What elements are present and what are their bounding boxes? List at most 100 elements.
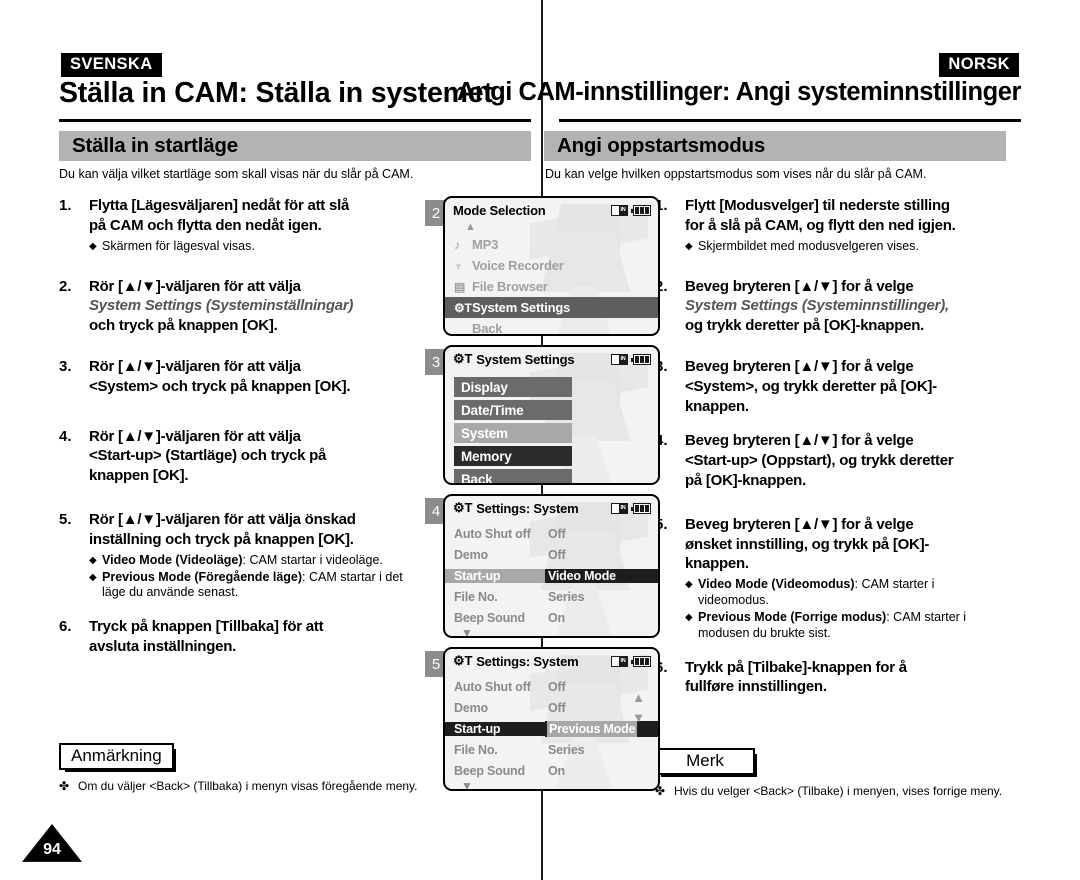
setting-label: Auto Shut off <box>454 679 531 694</box>
scroll-up-arrow-icon[interactable]: ▲ <box>445 222 658 234</box>
step-line: <System> och tryck på knappen [OK]. <box>89 377 351 395</box>
setting-value: Off <box>548 547 566 562</box>
lcd-screen-settings-system-video: ⚙T Settings: System Auto Shut off Off <box>443 494 660 638</box>
lcd-group-settings-system-video: 4 ⚙T Settings: System Auto Shut off <box>425 494 660 638</box>
step-line: Trykk på [Tilbake]-knappen for å <box>685 658 907 676</box>
setting-label: File No. <box>454 589 498 604</box>
menu-item-file-browser[interactable]: ▤ File Browser <box>445 276 658 297</box>
lcd-status-icons <box>611 353 651 365</box>
sub-bullet-item: ◆ Video Mode (Videomodus): CAM starter i… <box>685 577 1000 609</box>
battery-icon <box>631 502 651 514</box>
lcd-screen-settings-system-previous: ⚙T Settings: System ▲ ▼ Auto <box>443 647 660 791</box>
menu-item-voice-recorder[interactable]: ♆ Voice Recorder <box>445 255 658 276</box>
menu-item-label: System <box>461 425 508 441</box>
setting-row-file-no[interactable]: File No. Series <box>445 739 658 760</box>
menu-item-mp3[interactable]: ♪ MP3 <box>445 234 658 255</box>
setting-value: Off <box>548 526 566 541</box>
setting-label: Start-up <box>445 721 545 736</box>
lcd-group-system-settings: 3 ⚙T System Settings Display <box>425 345 660 485</box>
step-line: <Start-up> (Oppstart), og trykk deretter <box>685 452 954 470</box>
step-line: Rör [▲/▼]-väljaren för att välja önskad <box>89 510 356 528</box>
setting-label: File No. <box>454 742 498 757</box>
setting-row-file-no[interactable]: File No. Series <box>445 586 658 607</box>
scroll-down-arrow-icon[interactable]: ▼ <box>445 627 658 636</box>
language-tag-swedish: SVENSKA <box>61 53 162 77</box>
sub-bullet-text: : CAM startar i videoläge. <box>242 552 383 567</box>
note-label-swedish: Anmärkning <box>59 743 176 773</box>
chapter-title-norwegian: Angi CAM-innstillinger: Angi systeminnst… <box>457 78 1021 106</box>
manual-page: SVENSKA Ställa in CAM: Ställa in systeme… <box>0 0 1080 880</box>
memory-card-icon <box>611 655 628 667</box>
menu-item-label: System Settings <box>472 300 571 315</box>
sub-bullet-bold: Video Mode (Videomodus) <box>698 577 855 592</box>
setting-row-demo[interactable]: Demo Off <box>445 544 658 565</box>
setting-row-start-up[interactable]: Start-up Previous Mode <box>445 718 658 739</box>
sub-bullet-bold: Previous Mode (Föregående läge) <box>102 569 303 584</box>
diamond-bullet-icon: ◆ <box>89 554 97 566</box>
step-line: knappen [OK]. <box>89 467 189 485</box>
step-item: 1. Flytta [Lägesväljaren] nedåt för att … <box>59 196 419 256</box>
setting-row-auto-shut-off[interactable]: Auto Shut off Off <box>445 523 658 544</box>
step-number: 2. <box>59 277 72 295</box>
diamond-bullet-icon: ◆ <box>89 240 97 252</box>
setting-row-beep-sound[interactable]: Beep Sound On <box>445 607 658 628</box>
step-item: 4. Beveg bryteren [▲/▼] for å velge <Sta… <box>655 431 1000 490</box>
step-line: Beveg bryteren [▲/▼] for å velge <box>685 432 914 450</box>
step-line: og trykk deretter på [OK]-knappen. <box>685 317 925 335</box>
step-line: Rör [▲/▼]-väljaren för att välja <box>89 277 301 295</box>
memory-card-icon <box>611 353 628 365</box>
setting-row-beep-sound[interactable]: Beep Sound On <box>445 760 658 781</box>
setting-value: Video Mode <box>545 568 658 583</box>
menu-item-system[interactable]: System <box>454 423 572 443</box>
step-line: avsluta inställningen. <box>89 638 237 656</box>
menu-item-display[interactable]: Display <box>454 377 572 397</box>
step-line: på CAM och flytta den nedåt igen. <box>89 216 322 234</box>
battery-icon <box>631 204 651 216</box>
step-line: Flytta [Lägesväljaren] nedåt för att slå <box>89 197 350 214</box>
lcd-status-icons <box>611 502 651 514</box>
lcd-titlebar: ⚙T Settings: System <box>445 649 658 673</box>
sub-bullet-item: ◆ Previous Mode (Föregående läge): CAM s… <box>89 570 419 602</box>
value-scroll-arrows[interactable]: ▲ ▼ <box>632 691 645 724</box>
scroll-down-arrow-icon[interactable]: ▼ <box>632 711 645 724</box>
sub-bullet-item: ◆ Skjermbildet med modusvelgeren vises. <box>685 239 1000 255</box>
scroll-down-arrow-icon[interactable]: ▼ <box>445 780 658 789</box>
menu-item-label: Back <box>461 471 493 485</box>
step-item: 2. Beveg bryteren [▲/▼] for å velge Syst… <box>655 277 1000 336</box>
setting-row-auto-shut-off[interactable]: Auto Shut off Off <box>445 676 658 697</box>
step-line: <Start-up> (Startläge) och tryck på <box>89 447 327 465</box>
section-intro-norwegian: Du kan velge hvilken oppstartsmodus som … <box>545 167 927 181</box>
menu-item-memory[interactable]: Memory <box>454 446 572 466</box>
page-number-badge: 94 <box>22 824 82 868</box>
note-text-swedish: Om du väljer <Back> (Tillbaka) i menyn v… <box>78 779 418 794</box>
section-banner-norwegian: Angi oppstartsmodus <box>544 131 1006 161</box>
step-item: 1. Flytt [Modusvelger] til nederste stil… <box>655 196 1000 256</box>
menu-item-date-time[interactable]: Date/Time <box>454 400 572 420</box>
setting-row-demo[interactable]: Demo Off <box>445 697 658 718</box>
setting-value: On <box>548 763 565 778</box>
menu-item-label: Voice Recorder <box>472 258 564 273</box>
setting-row-start-up[interactable]: Start-up Video Mode <box>445 565 658 586</box>
setting-label: Auto Shut off <box>454 526 531 541</box>
battery-icon <box>631 655 651 667</box>
setting-label: Beep Sound <box>454 763 525 778</box>
menu-item-back[interactable]: Back <box>445 318 658 334</box>
step-line: Beveg bryteren [▲/▼] for å velge <box>685 515 914 533</box>
scroll-up-arrow-icon[interactable]: ▲ <box>632 691 645 704</box>
settings-tool-icon: ⚙T <box>454 300 472 315</box>
step-number: 4. <box>59 427 72 445</box>
lcd-status-icons <box>611 655 651 667</box>
section-title-swedish: Ställa in startläge <box>72 134 238 157</box>
memory-card-icon <box>611 204 628 216</box>
page-number: 94 <box>43 841 61 858</box>
step-number: 5. <box>59 510 72 528</box>
step-item: 5. Rör [▲/▼]-väljaren för att välja önsk… <box>59 510 419 602</box>
menu-item-label: Memory <box>461 448 512 464</box>
menu-item-label: MP3 <box>472 237 499 252</box>
step-line: inställning och tryck på knappen [OK]. <box>89 530 354 548</box>
menu-item-back[interactable]: Back <box>454 469 572 485</box>
diamond-bullet-icon: ◆ <box>685 240 693 252</box>
step-line: knappen. <box>685 555 749 573</box>
menu-item-system-settings[interactable]: ⚙T System Settings <box>445 297 658 318</box>
step-item: 4. Rör [▲/▼]-väljaren för att välja <Sta… <box>59 427 419 486</box>
